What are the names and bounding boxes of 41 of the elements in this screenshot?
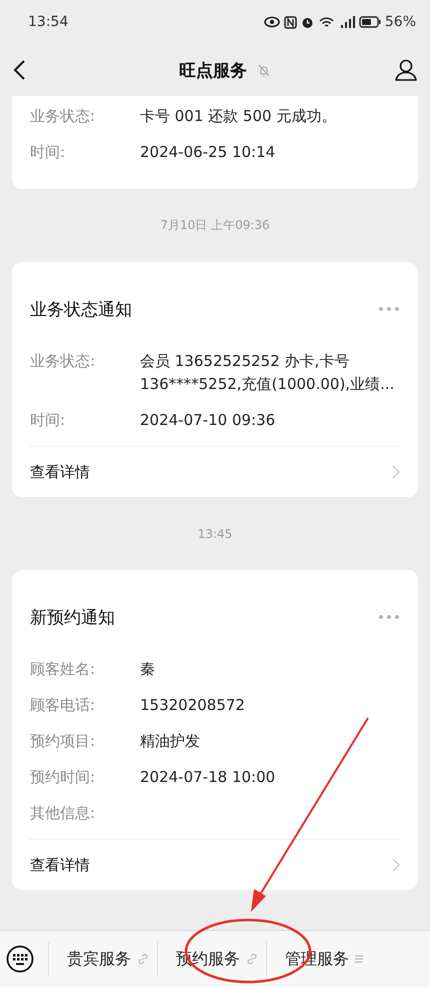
field-value: 2024-07-18 10:00	[140, 767, 276, 788]
battery-percent: 56%	[384, 14, 416, 30]
page-title: 旺点服务	[179, 60, 247, 82]
card-title: 业务状态通知	[30, 298, 132, 320]
field-value: 秦	[140, 659, 155, 680]
link-icon	[246, 953, 258, 965]
chevron-icon	[392, 465, 400, 479]
signal-icon	[338, 16, 355, 28]
nfc-icon	[284, 16, 297, 28]
battery-icon	[358, 16, 381, 28]
field-label: 顾客姓名:	[30, 659, 96, 680]
field-label: 预约时间:	[30, 767, 96, 788]
clock-time: 13:54	[28, 14, 68, 30]
back-icon[interactable]	[12, 59, 26, 81]
field-label: 时间:	[30, 410, 66, 431]
details-link[interactable]: 查看详情	[30, 839, 400, 890]
field-value: 2024-06-25 10:14	[140, 142, 276, 163]
field-label: 其他信息:	[30, 803, 96, 824]
message-time: 13:45	[198, 526, 232, 540]
field-label: 预约项目:	[30, 731, 96, 752]
field-value: 精油护发	[140, 731, 200, 752]
field-label: 顾客电话:	[30, 695, 96, 716]
field-label: 业务状态:	[30, 351, 96, 372]
field-value: 2024-07-10 09:36	[140, 410, 276, 431]
menu-item[interactable]: 贵宾服务	[48, 942, 157, 976]
field-value: 卡号 001 还款 500 元成功。	[140, 106, 336, 127]
card-title: 新预约通知	[30, 606, 115, 628]
alarm-icon	[300, 16, 314, 28]
wifi-icon	[318, 16, 335, 28]
chevron-icon	[392, 858, 400, 872]
link-icon	[137, 953, 149, 965]
field-label: 业务状态:	[30, 106, 96, 127]
field-value: 会员 13652525252 办卡,卡号 136****5252,充值(1000.00),业绩...	[140, 351, 396, 395]
profile-icon[interactable]	[394, 58, 418, 82]
eye-icon	[264, 16, 280, 28]
details-link[interactable]: 查看详情	[30, 446, 400, 497]
message-time: 7月10日 上午09:36	[160, 217, 270, 234]
field-value: 15320208572	[140, 695, 245, 716]
keyboard-icon[interactable]	[6, 945, 34, 973]
menu-icon	[355, 954, 363, 964]
field-label: 时间:	[30, 142, 66, 163]
